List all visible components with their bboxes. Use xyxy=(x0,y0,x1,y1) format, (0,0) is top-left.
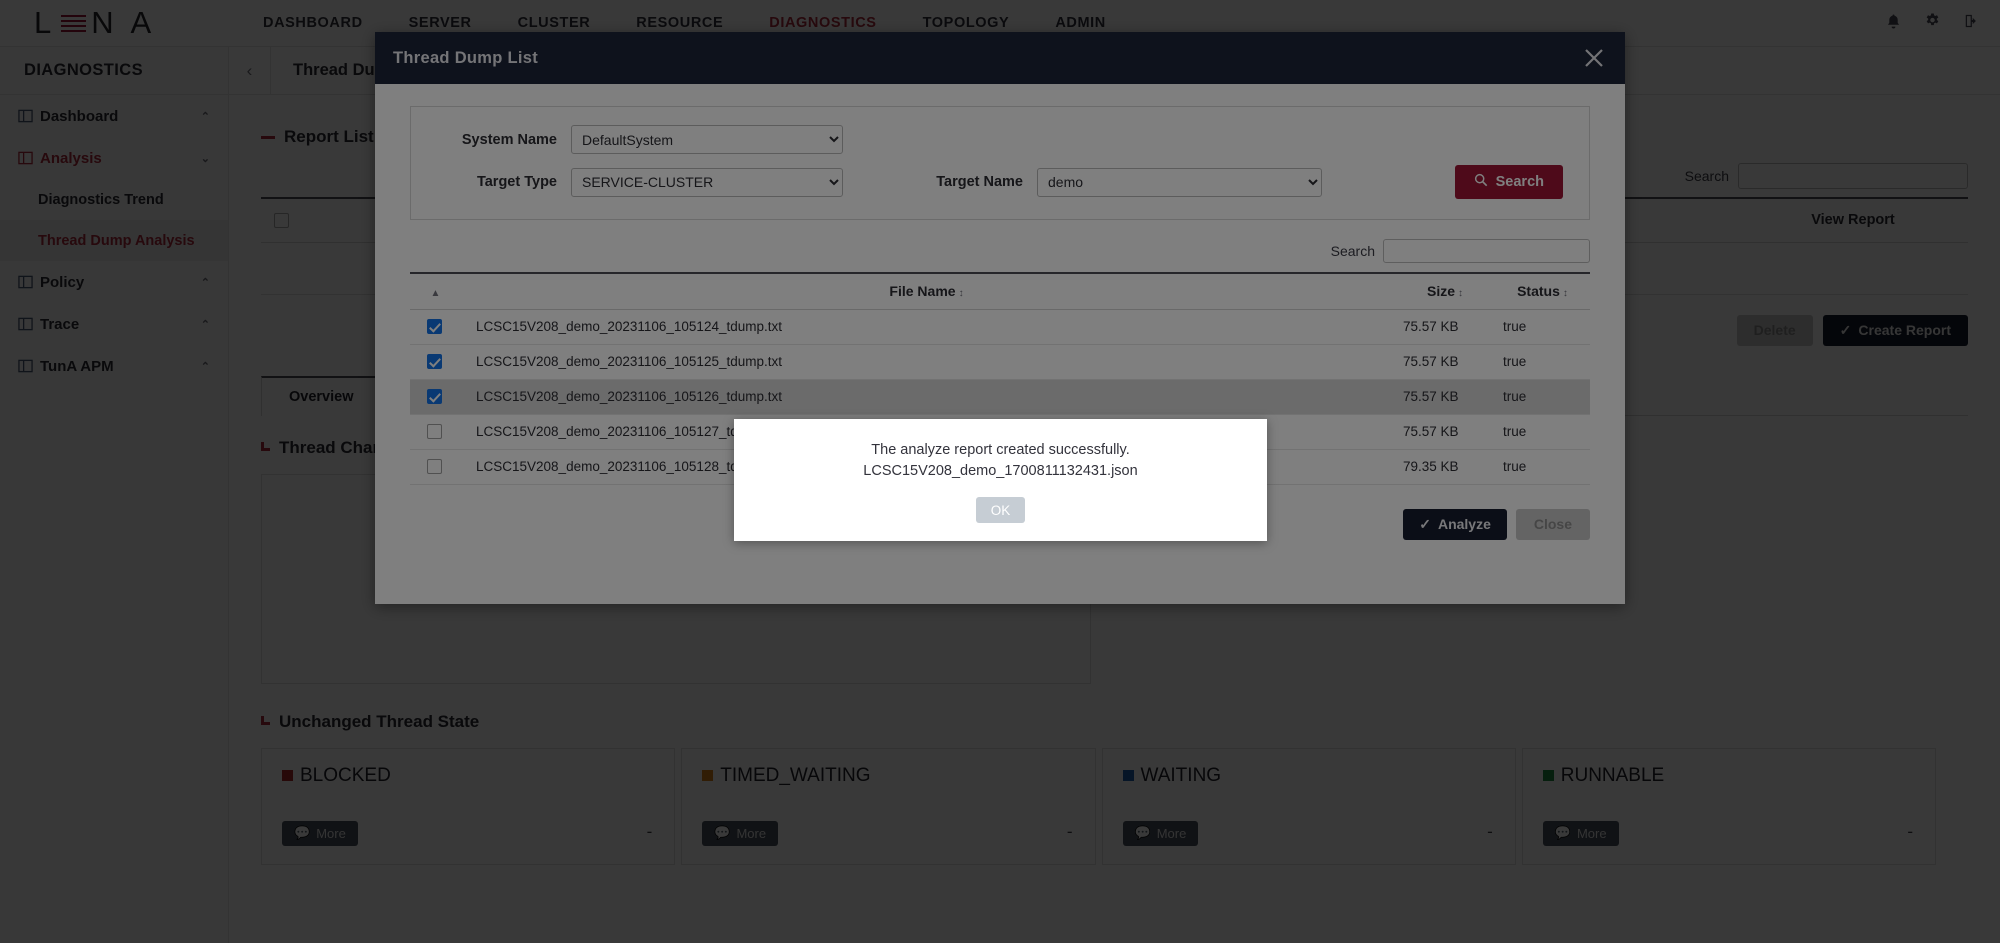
screen: L N A DASHBOARD SERVER CLUSTER RESOURCE … xyxy=(0,0,2000,943)
success-alert-dialog: The analyze report created successfully.… xyxy=(734,419,1267,541)
alert-message-line-2: LCSC15V208_demo_1700811132431.json xyxy=(863,461,1137,482)
alert-ok-button[interactable]: OK xyxy=(976,497,1025,523)
alert-message-line-1: The analyze report created successfully. xyxy=(871,440,1129,461)
